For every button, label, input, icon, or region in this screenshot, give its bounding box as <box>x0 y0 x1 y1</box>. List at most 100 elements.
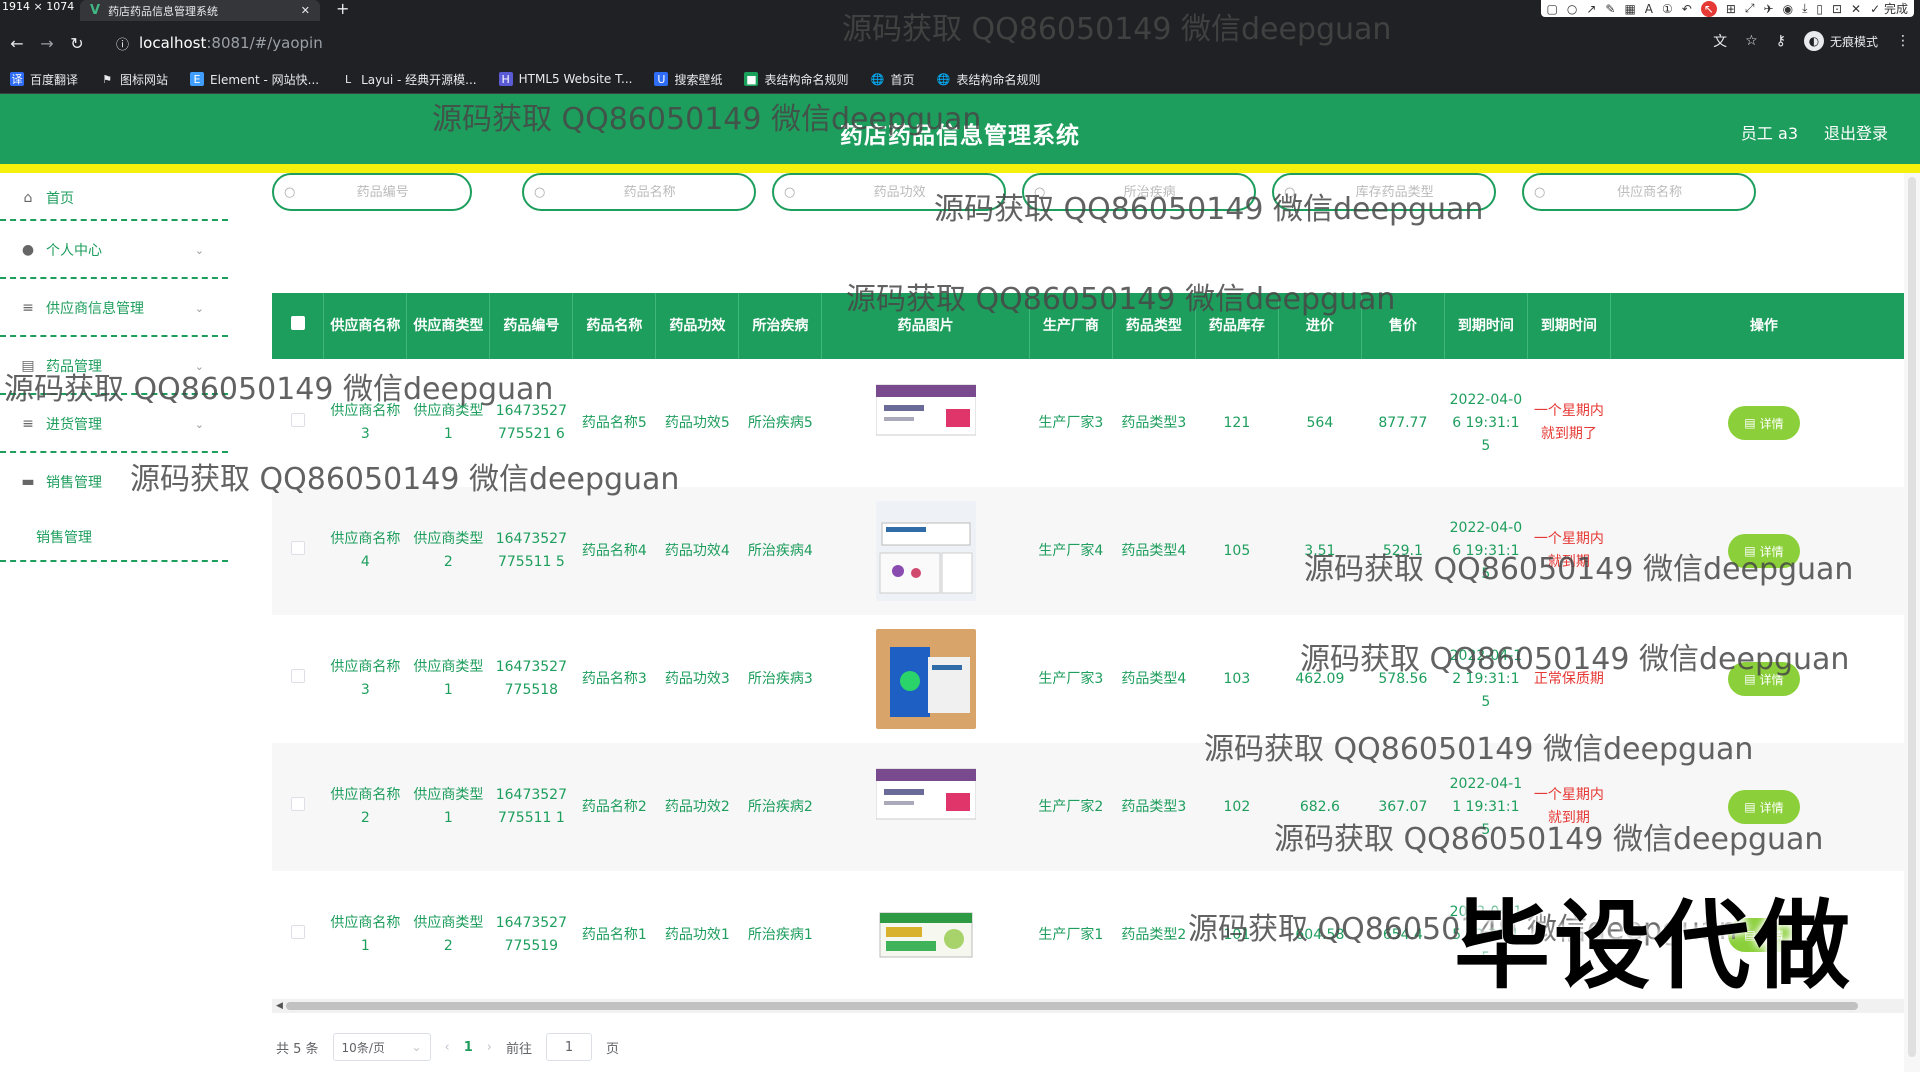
search-input[interactable] <box>1295 184 1494 200</box>
promo-overlay-text: 毕设代做 <box>1454 890 1854 1002</box>
ellipse-tool-icon[interactable]: ○ <box>1567 2 1577 16</box>
rectangle-tool-icon[interactable]: ▢ <box>1547 2 1558 16</box>
bookmark-item[interactable]: 🌐 表结构命名规则 <box>937 71 1041 88</box>
detail-button[interactable]: ▤ 详情 <box>1727 790 1800 824</box>
divider <box>0 560 228 562</box>
row-select-cell[interactable] <box>272 743 324 871</box>
page-number[interactable]: 1 <box>464 1040 473 1055</box>
sidebar-item-drugs[interactable]: ▤ 药品管理 ⌄ <box>0 341 228 391</box>
row-checkbox[interactable] <box>290 540 305 555</box>
star-icon[interactable]: ☆ <box>1745 33 1758 49</box>
drug-image[interactable] <box>875 373 976 473</box>
download-icon[interactable]: ⤓ <box>1802 1 1807 16</box>
text-tool-icon[interactable]: A <box>1645 2 1653 16</box>
bookmark-item[interactable]: 🌐 首页 <box>870 71 915 88</box>
row-select-cell[interactable] <box>272 359 324 487</box>
row-select-cell[interactable] <box>272 615 324 743</box>
logout-button[interactable]: 退出登录 <box>1824 120 1888 144</box>
sidebar-item-sales[interactable]: ▬ 销售管理 <box>0 457 228 507</box>
sidebar-item-supplier[interactable]: ≡ 供应商信息管理 ⌄ <box>0 283 228 333</box>
info-icon[interactable]: ⓘ <box>116 34 129 53</box>
search-input[interactable] <box>1045 184 1254 200</box>
pin-icon[interactable]: ✈ <box>1764 2 1774 16</box>
bookmark-item[interactable]: E Element - 网站快... <box>190 71 319 88</box>
sidebar-item-home[interactable]: ⌂ 首页 <box>0 173 228 223</box>
cancel-icon[interactable]: ✕ <box>1851 2 1861 16</box>
bookmark-icon[interactable]: ⊡ <box>1832 2 1842 16</box>
drug-image[interactable] <box>875 501 976 601</box>
pen-tool-icon[interactable]: ✎ <box>1605 2 1615 16</box>
bookmark-item[interactable]: L Layui - 经典开源模... <box>341 71 477 88</box>
row-checkbox[interactable] <box>290 668 305 683</box>
search-drug-effect[interactable]: ○ <box>772 173 1006 211</box>
bookmark-item[interactable]: 译百度翻译 <box>10 71 78 88</box>
search-input[interactable] <box>795 184 1004 200</box>
sidebar-item-profile[interactable]: ● 个人中心 ⌄ <box>0 225 228 275</box>
incognito-badge[interactable]: ◐ 无痕模式 <box>1803 31 1878 51</box>
search-input[interactable] <box>1545 184 1754 200</box>
prev-page-icon[interactable]: ‹ <box>445 1040 450 1055</box>
number-tool-icon[interactable]: ① <box>1662 2 1673 16</box>
menu-icon[interactable]: ⋮ <box>1896 33 1910 49</box>
reload-icon[interactable]: ↻ <box>64 34 90 53</box>
search-supplier[interactable]: ○ <box>1522 173 1756 211</box>
incognito-icon: ◐ <box>1803 31 1824 51</box>
divider <box>0 219 228 221</box>
new-tab-icon[interactable]: + <box>336 0 349 18</box>
row-select-cell[interactable] <box>272 871 324 993</box>
ocr-icon[interactable]: ⊞ <box>1726 2 1736 16</box>
sidebar-item-label: 销售管理 <box>46 475 102 491</box>
url-field[interactable]: ⓘ localhost:8081/#/yaopin <box>110 29 1690 57</box>
sidebar-item-purchase[interactable]: ≡ 进货管理 ⌄ <box>0 399 228 449</box>
current-user[interactable]: 员工 a3 <box>1741 120 1798 144</box>
detail-button[interactable]: ▤ 详情 <box>1727 662 1800 696</box>
cursor-tool-icon[interactable]: ↖ <box>1700 0 1717 17</box>
detail-button[interactable]: ▤ 详情 <box>1727 406 1800 440</box>
select-all-checkbox[interactable] <box>290 316 305 330</box>
undo-icon[interactable]: ↶ <box>1682 2 1692 16</box>
forward-icon[interactable]: → <box>34 34 60 53</box>
bookmark-item[interactable]: H HTML5 Website T... <box>498 72 632 86</box>
drug-image[interactable] <box>875 757 976 857</box>
bookmark-item[interactable]: ■ 表结构命名规则 <box>744 71 848 88</box>
browser-tab[interactable]: V 药店药品信息管理系统 ✕ <box>80 0 320 21</box>
drug-image[interactable] <box>876 885 976 985</box>
translate-icon[interactable]: ⤢ <box>1745 1 1755 16</box>
cell-stock: 101 <box>1223 926 1251 943</box>
arrow-tool-icon[interactable]: ↗ <box>1586 2 1596 16</box>
detail-button[interactable]: ▤ 详情 <box>1727 534 1800 568</box>
row-checkbox[interactable] <box>290 924 305 939</box>
search-drug-code[interactable]: ○ <box>272 173 472 211</box>
cell-drug-image <box>822 615 1030 743</box>
column-header: 生产厂商 <box>1029 293 1113 359</box>
done-button[interactable]: ✓ 完成 <box>1870 0 1908 17</box>
back-icon[interactable]: ← <box>4 34 30 53</box>
goto-page-input[interactable]: 1 <box>546 1033 593 1061</box>
sidebar-subitem-sales[interactable]: 销售管理 <box>36 527 92 547</box>
bookmark-item[interactable]: U 搜索壁纸 <box>654 71 722 88</box>
search-drug-name[interactable]: ○ <box>522 173 756 211</box>
page-size-select[interactable]: 10条/页 ⌄ <box>332 1033 431 1061</box>
record-icon[interactable]: ◉ <box>1783 2 1793 16</box>
close-tab-icon[interactable]: ✕ <box>301 4 310 17</box>
phone-icon[interactable]: ▯ <box>1816 2 1823 16</box>
search-drug-type[interactable]: ○ <box>1272 173 1496 211</box>
search-input[interactable] <box>295 184 470 200</box>
row-select-cell[interactable] <box>272 487 324 615</box>
list-icon: ≡ <box>22 416 34 432</box>
translate-page-icon[interactable]: 文 <box>1713 31 1727 51</box>
row-checkbox[interactable] <box>290 412 305 427</box>
next-page-icon[interactable]: › <box>487 1040 492 1055</box>
bookmark-item[interactable]: ⚑ 图标网站 <box>100 71 168 88</box>
key-icon[interactable]: ⚷ <box>1776 33 1786 49</box>
scrollbar-thumb[interactable] <box>1908 177 1916 1057</box>
scroll-left-icon[interactable]: ◀ <box>276 999 283 1013</box>
drug-image[interactable] <box>875 629 976 729</box>
select-all-cell[interactable] <box>272 293 325 359</box>
row-checkbox[interactable] <box>290 796 305 811</box>
cell-drug-name: 药品名称2 <box>572 743 656 871</box>
search-input[interactable] <box>545 184 754 200</box>
vertical-scrollbar[interactable] <box>1904 173 1920 1072</box>
search-disease[interactable]: ○ <box>1022 173 1256 211</box>
mosaic-tool-icon[interactable]: ▦ <box>1624 2 1635 16</box>
